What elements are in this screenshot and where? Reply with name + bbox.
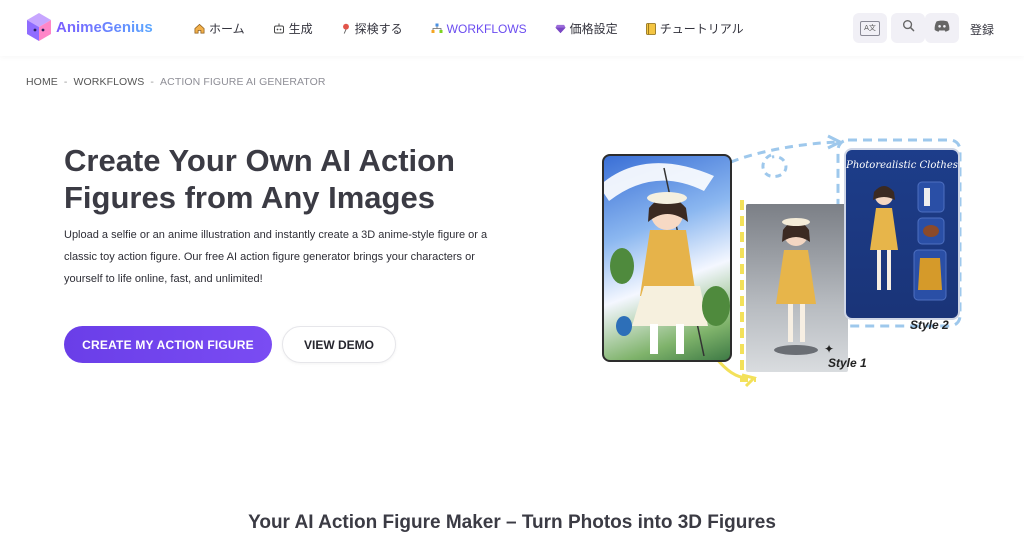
nav-item-generate[interactable]: 生成 [273, 20, 313, 37]
top-header: AnimeGenius ホーム 生成 探検する WORKFLOWS 価格設定 チ… [0, 0, 1024, 56]
gem-icon [555, 24, 566, 34]
logo-cube-icon [26, 12, 52, 42]
style-1-label: Style 1 [828, 356, 867, 370]
boxed-figure-render [870, 181, 947, 301]
translate-icon: A文 [860, 20, 880, 36]
breadcrumb-workflows[interactable]: WORKFLOWS [74, 76, 145, 88]
register-link[interactable]: 登録 [970, 21, 994, 38]
nav-item-label: 生成 [288, 22, 313, 36]
hero-illustration: ✦ Photorealistic Clothes Style 1 Style 2 [596, 130, 976, 390]
discord-icon [934, 19, 950, 37]
logo-text: AnimeGenius [56, 18, 153, 36]
nav-item-explore[interactable]: 探検する [341, 20, 403, 37]
logo[interactable]: AnimeGenius [26, 12, 153, 42]
style-2-label: Style 2 [910, 318, 949, 332]
home-icon [194, 23, 205, 34]
nav-item-pricing[interactable]: 価格設定 [555, 20, 618, 37]
breadcrumb-separator: - [63, 76, 68, 88]
figure-style-2-box-image: Photorealistic Clothes [844, 148, 960, 320]
breadcrumb-current: ACTION FIGURE AI GENERATOR [160, 76, 326, 88]
nav-item-label: WORKFLOWS [446, 21, 527, 36]
main-nav: ホーム 生成 探検する WORKFLOWS 価格設定 チュートリアル [194, 20, 772, 37]
view-demo-button[interactable]: VIEW DEMO [282, 326, 396, 363]
breadcrumb: HOME - WORKFLOWS - ACTION FIGURE AI GENE… [26, 76, 326, 88]
anime-illustration-image [602, 154, 732, 362]
book-icon [645, 22, 656, 35]
nav-item-home[interactable]: ホーム [194, 20, 245, 37]
box-title: Photorealistic Clothes [846, 160, 958, 171]
workflow-icon [431, 23, 443, 34]
anime-girl-illustration [604, 163, 730, 357]
sparkle-icon: ✦ [824, 342, 835, 356]
nav-item-label: ホーム [209, 22, 245, 36]
breadcrumb-separator: - [150, 76, 155, 88]
nav-item-label: 価格設定 [569, 22, 618, 36]
pin-icon [341, 23, 351, 34]
robot-icon [273, 23, 285, 34]
discord-button[interactable] [925, 13, 959, 43]
nav-item-label: 探検する [354, 22, 403, 36]
hero-title: Create Your Own AI Action Figures from A… [64, 143, 455, 215]
search-icon [902, 19, 915, 37]
nav-item-workflows[interactable]: WORKFLOWS [431, 22, 527, 36]
search-button[interactable] [891, 13, 925, 43]
create-action-figure-button[interactable]: CREATE MY ACTION FIGURE [64, 326, 272, 363]
breadcrumb-home[interactable]: HOME [26, 76, 58, 88]
language-button[interactable]: A文 [853, 13, 887, 43]
hero-description: Upload a selfie or an anime illustration… [64, 229, 488, 285]
nav-item-tutorial[interactable]: チュートリアル [645, 20, 744, 37]
nav-item-label: チュートリアル [659, 22, 744, 36]
section-heading: Your AI Action Figure Maker – Turn Photo… [248, 512, 776, 533]
